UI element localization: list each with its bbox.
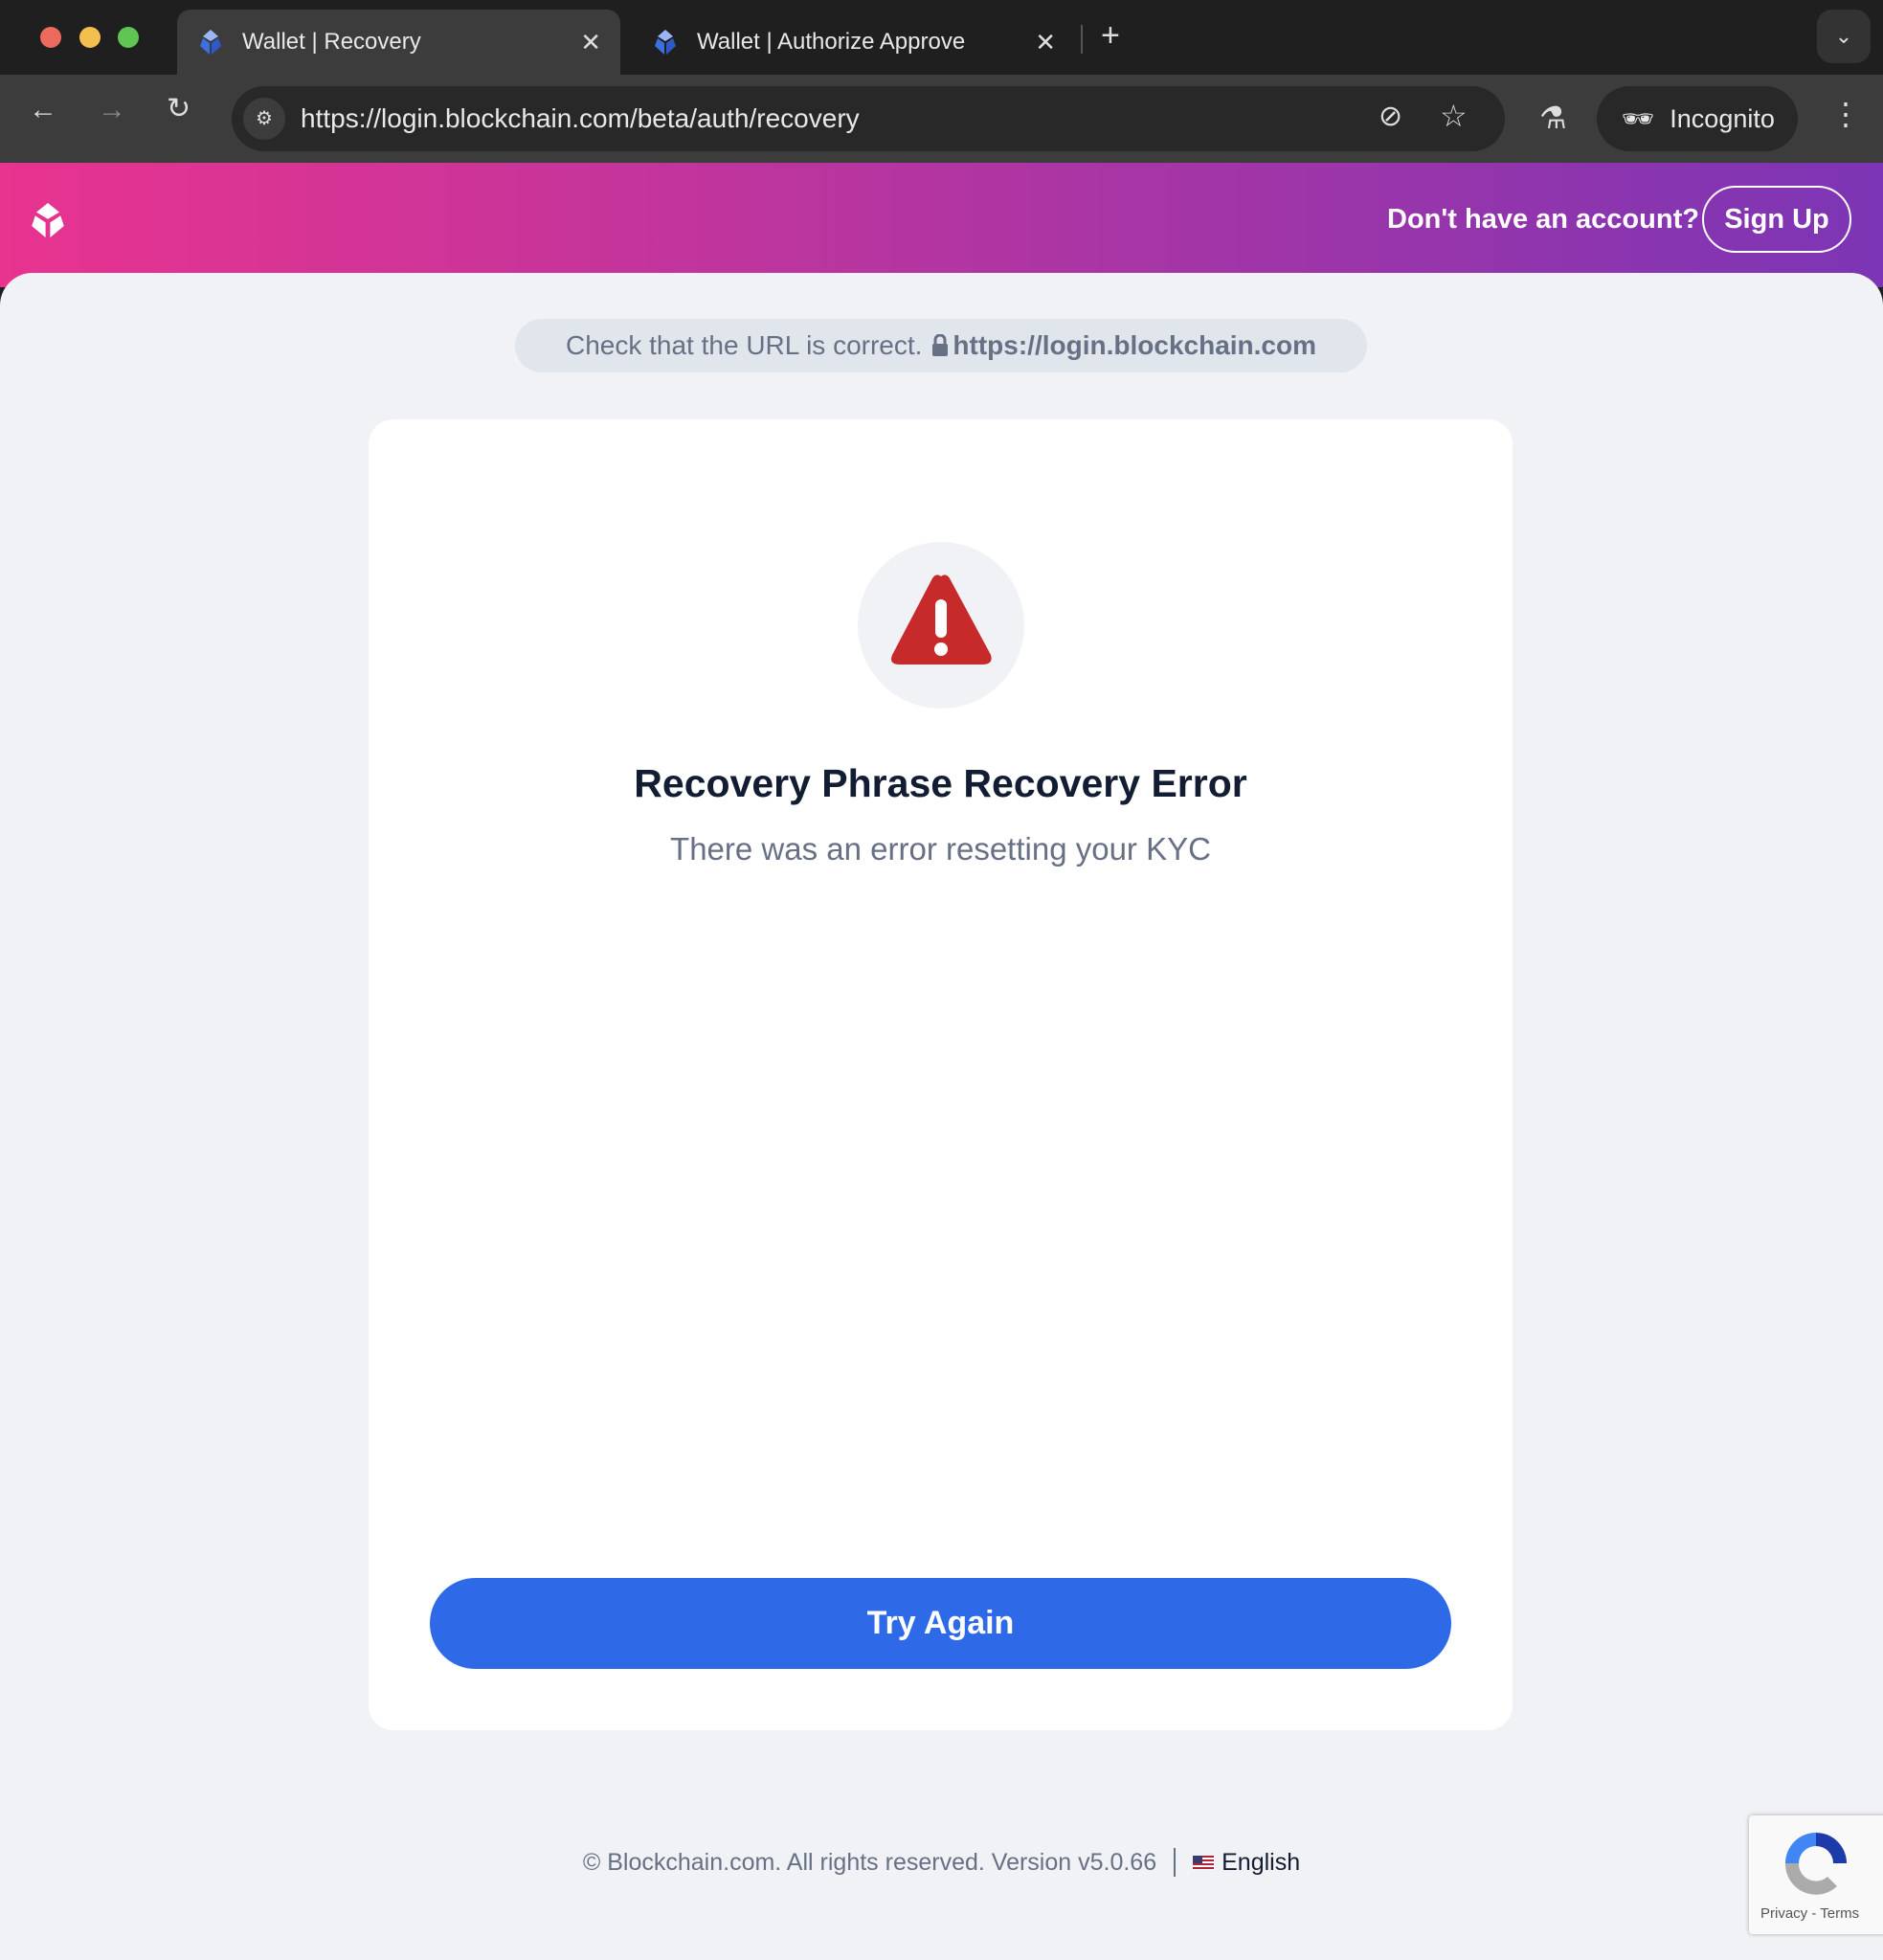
sign-up-button[interactable]: Sign Up: [1702, 186, 1851, 253]
verified-url: https://login.blockchain.com: [953, 330, 1316, 360]
language-selector[interactable]: English: [1193, 1849, 1300, 1877]
tab-bar: Wallet | Recovery ✕ Wallet | Authorize A…: [0, 0, 1883, 75]
recaptcha-links[interactable]: Privacy - Terms: [1760, 1905, 1859, 1922]
no-account-prompt: Don't have an account?: [1387, 204, 1699, 235]
tab-wallet-recovery[interactable]: Wallet | Recovery ✕: [177, 10, 620, 75]
maximize-window-button[interactable]: [118, 27, 139, 48]
tab-wallet-authorize[interactable]: Wallet | Authorize Approve ✕: [632, 10, 1075, 75]
incognito-badge[interactable]: 🕶 Incognito: [1597, 86, 1798, 151]
incognito-label: Incognito: [1670, 103, 1775, 133]
tab-divider: [1081, 25, 1083, 54]
close-window-button[interactable]: [40, 27, 61, 48]
blockchain-logo-icon[interactable]: [31, 201, 65, 239]
us-flag-icon: [1193, 1855, 1215, 1870]
incognito-icon: 🕶: [1622, 104, 1655, 133]
back-icon[interactable]: ←: [29, 94, 57, 126]
url-check-banner: Check that the URL is correct. https://l…: [515, 319, 1367, 372]
url-text[interactable]: https://login.blockchain.com/beta/auth/r…: [301, 103, 860, 134]
blockchain-favicon-icon: [200, 30, 221, 55]
labs-flask-icon[interactable]: ⚗: [1539, 100, 1567, 136]
lock-icon: [932, 334, 949, 356]
reload-icon[interactable]: ↻: [167, 92, 191, 125]
address-bar[interactable]: ⚙ https://login.blockchain.com/beta/auth…: [232, 86, 1505, 151]
url-check-text: Check that the URL is correct.: [565, 330, 923, 360]
copyright-text: © Blockchain.com. All rights reserved. V…: [582, 1848, 1157, 1876]
browser-menu-icon[interactable]: ⋮: [1830, 96, 1861, 132]
close-tab-icon[interactable]: ✕: [580, 28, 601, 57]
warning-icon-circle: [858, 542, 1024, 709]
try-again-button[interactable]: Try Again: [430, 1578, 1451, 1669]
forward-icon[interactable]: →: [98, 94, 126, 126]
error-title: Recovery Phrase Recovery Error: [634, 761, 1247, 805]
error-subtitle: There was an error resetting your KYC: [670, 831, 1211, 867]
recaptcha-icon: [1784, 1833, 1847, 1895]
footer: © Blockchain.com. All rights reserved. V…: [0, 1848, 1883, 1877]
blockchain-favicon-icon: [655, 30, 676, 55]
minimize-window-button[interactable]: [79, 27, 101, 48]
site-header: Don't have an account? Sign Up: [0, 163, 1883, 287]
eye-slash-icon[interactable]: ⊘: [1379, 100, 1402, 133]
site-settings-icon[interactable]: ⚙: [243, 98, 285, 140]
tab-search-chevron-icon[interactable]: ⌄: [1817, 10, 1871, 63]
bookmark-star-icon[interactable]: ☆: [1440, 98, 1468, 134]
language-label: English: [1222, 1848, 1301, 1876]
close-tab-icon[interactable]: ✕: [1035, 28, 1056, 57]
recaptcha-badge[interactable]: Privacy - Terms: [1749, 1815, 1883, 1934]
new-tab-icon[interactable]: +: [1101, 17, 1120, 55]
footer-divider: [1174, 1848, 1177, 1877]
tab-title: Wallet | Recovery: [242, 29, 421, 55]
tab-title: Wallet | Authorize Approve: [697, 29, 966, 55]
warning-triangle-icon: [891, 574, 992, 665]
